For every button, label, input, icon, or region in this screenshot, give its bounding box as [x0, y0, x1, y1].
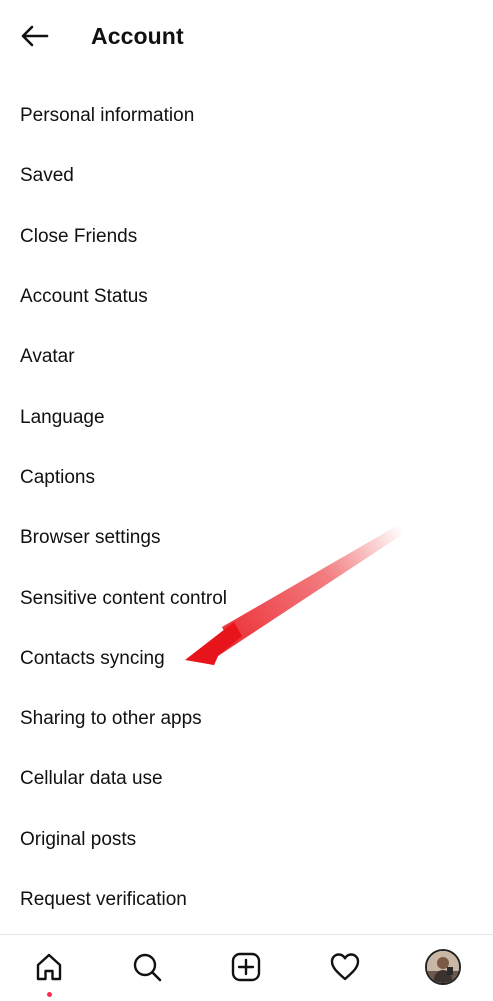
- menu-item-original-posts[interactable]: Original posts: [0, 810, 493, 870]
- arrow-left-icon: [21, 25, 49, 47]
- menu-item-label: Personal information: [20, 105, 195, 127]
- menu-item-close-friends[interactable]: Close Friends: [0, 207, 493, 267]
- menu-item-cellular-data-use[interactable]: Cellular data use: [0, 749, 493, 809]
- home-icon: [36, 953, 62, 981]
- nav-create-button[interactable]: [224, 945, 268, 989]
- menu-item-label: Cellular data use: [20, 768, 163, 790]
- account-menu: Personal information Saved Close Friends…: [0, 86, 493, 930]
- menu-item-label: Request verification: [20, 889, 187, 910]
- menu-item-label: Saved: [20, 165, 74, 187]
- menu-item-personal-information[interactable]: Personal information: [0, 86, 493, 146]
- create-post-icon: [231, 952, 261, 982]
- bottom-navigation-bar: [0, 934, 493, 1001]
- nav-home-button[interactable]: [27, 945, 71, 997]
- menu-item-label: Contacts syncing: [20, 647, 165, 669]
- menu-item-label: Sensitive content control: [20, 587, 228, 609]
- menu-item-label: Close Friends: [20, 225, 138, 247]
- back-button[interactable]: [14, 18, 54, 54]
- menu-item-contacts-syncing[interactable]: Contacts syncing: [0, 629, 493, 689]
- search-icon: [133, 953, 162, 982]
- menu-item-request-verification[interactable]: Request verification: [0, 870, 493, 930]
- nav-activity-button[interactable]: [323, 945, 367, 989]
- menu-item-saved[interactable]: Saved: [0, 146, 493, 206]
- menu-item-label: Avatar: [20, 346, 75, 368]
- menu-item-sharing-to-other-apps[interactable]: Sharing to other apps: [0, 689, 493, 749]
- nav-profile-button[interactable]: [421, 945, 465, 989]
- profile-avatar-icon: [425, 949, 461, 985]
- menu-item-label: Original posts: [20, 828, 137, 850]
- menu-item-label: Account Status: [20, 286, 148, 308]
- page-title: Account: [91, 23, 184, 49]
- menu-item-browser-settings[interactable]: Browser settings: [0, 508, 493, 568]
- menu-item-label: Sharing to other apps: [20, 708, 202, 730]
- app-header: Account: [0, 0, 493, 72]
- notification-dot: [47, 992, 52, 997]
- menu-item-label: Captions: [20, 466, 95, 488]
- menu-item-label: Browser settings: [20, 527, 161, 549]
- nav-search-button[interactable]: [125, 945, 169, 989]
- menu-item-language[interactable]: Language: [0, 387, 493, 447]
- menu-item-sensitive-content-control[interactable]: Sensitive content control: [0, 568, 493, 628]
- menu-item-label: Language: [20, 406, 105, 428]
- menu-item-captions[interactable]: Captions: [0, 448, 493, 508]
- heart-icon: [330, 953, 360, 981]
- menu-item-avatar[interactable]: Avatar: [0, 327, 493, 387]
- menu-item-account-status[interactable]: Account Status: [0, 267, 493, 327]
